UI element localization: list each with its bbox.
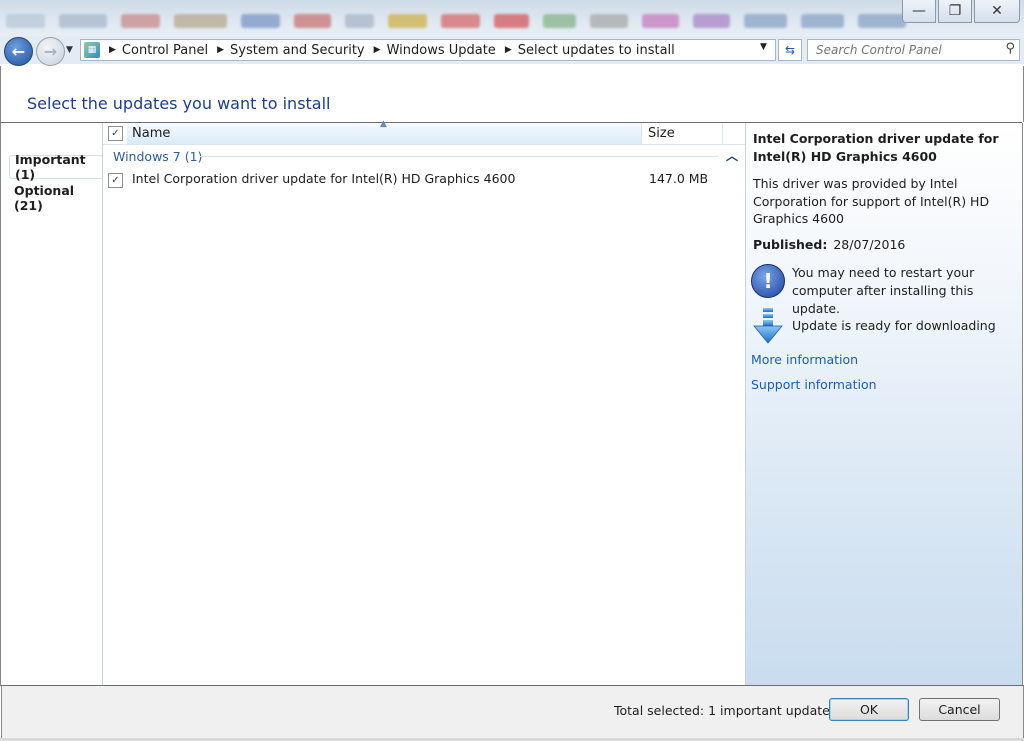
breadcrumb-windows-update[interactable]: Windows Update (387, 43, 496, 58)
select-all-checkbox[interactable]: ✓ (108, 126, 123, 141)
published-label: Published: (753, 237, 828, 252)
tab-important[interactable]: Important (1) (9, 152, 102, 182)
published-info: Published: 28/07/2016 (753, 237, 905, 252)
arrow-right-icon: → (43, 42, 58, 61)
ready-note: Update is ready for downloading (792, 318, 996, 333)
left-border (0, 123, 1, 685)
search-box[interactable]: ⚲ (807, 39, 1020, 61)
refresh-icon: ⇆ (784, 43, 796, 57)
ok-button[interactable]: OK (829, 698, 909, 721)
minimize-button[interactable]: — (902, 0, 936, 23)
update-size: 147.0 MB (649, 171, 709, 186)
cancel-button[interactable]: Cancel (919, 698, 1000, 721)
back-button[interactable]: ← (4, 37, 33, 66)
taskbar-shortcuts-blurred (0, 14, 907, 36)
breadcrumb-separator-icon[interactable]: ▶ (374, 45, 381, 55)
total-selected-text: Total selected: 1 important update (614, 703, 830, 718)
support-information-link[interactable]: Support information (751, 377, 877, 392)
breadcrumb-system-and-security[interactable]: System and Security (230, 43, 365, 58)
breadcrumb-separator-icon[interactable]: ▶ (217, 45, 224, 55)
address-dropdown-icon[interactable]: ▼ (760, 42, 767, 52)
group-divider (200, 156, 718, 157)
column-name-label: Name (132, 126, 171, 141)
breadcrumb-separator-icon[interactable]: ▶ (505, 45, 512, 55)
column-size-label: Size (648, 126, 675, 141)
update-name[interactable]: Intel Corporation driver update for Inte… (132, 171, 515, 186)
update-checkbox[interactable]: ✓ (108, 173, 123, 188)
column-header-size[interactable]: Size (643, 123, 723, 144)
control-panel-icon: ▦ (84, 42, 100, 58)
address-bar[interactable]: ▦ ▶ Control Panel ▶ System and Security … (80, 39, 776, 61)
window-controls: — ❐ ✕ (902, 0, 1020, 23)
forward-button[interactable]: → (36, 37, 65, 66)
exclamation-icon: ! (751, 264, 785, 298)
tab-optional[interactable]: Optional (21) (9, 183, 102, 213)
right-border (1022, 123, 1023, 685)
restart-note: You may need to restart your computer af… (792, 265, 975, 316)
maximize-button[interactable]: ❐ (938, 0, 972, 23)
download-arrow-icon (753, 308, 783, 344)
recent-pages-dropdown-icon[interactable]: ▼ (66, 45, 73, 55)
group-header[interactable]: Windows 7 (1) (113, 149, 202, 164)
search-input[interactable] (814, 40, 998, 60)
breadcrumb-control-panel[interactable]: Control Panel (122, 43, 208, 58)
arrow-left-icon: ← (11, 42, 26, 61)
published-date: 28/07/2016 (833, 237, 906, 252)
collapse-group-icon[interactable]: ︿ (726, 147, 738, 164)
breadcrumb-select-updates[interactable]: Select updates to install (518, 43, 675, 58)
sort-ascending-icon: ▲ (380, 119, 387, 129)
breadcrumb-separator-icon[interactable]: ▶ (109, 45, 116, 55)
search-icon[interactable]: ⚲ (1005, 41, 1015, 56)
details-description: This driver was provided by Intel Corpor… (753, 176, 990, 226)
page-title: Select the updates you want to install (27, 94, 331, 113)
refresh-button[interactable]: ⇆ (778, 39, 802, 61)
close-button[interactable]: ✕ (974, 0, 1020, 23)
details-title: Intel Corporation driver update for Inte… (753, 131, 999, 164)
more-information-link[interactable]: More information (751, 352, 858, 367)
